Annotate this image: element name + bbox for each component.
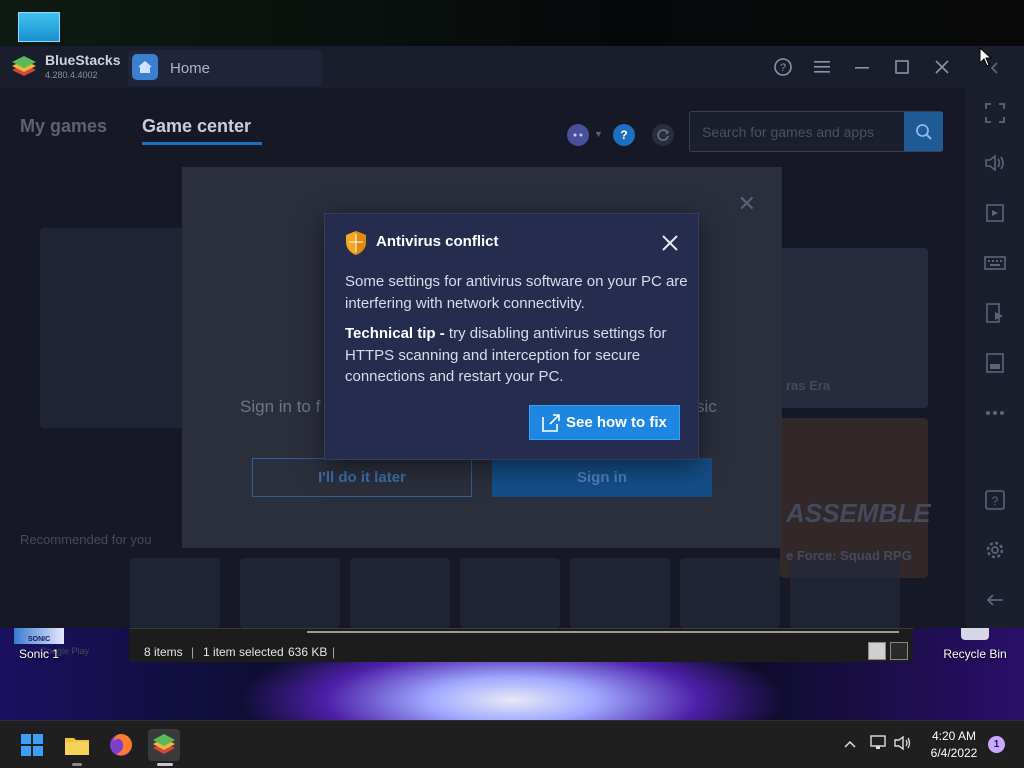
svg-text:?: ?: [780, 62, 786, 74]
close-icon[interactable]: [659, 232, 681, 254]
close-window-icon[interactable]: [931, 56, 953, 78]
tab-home[interactable]: Home: [128, 50, 322, 86]
game-tile[interactable]: [130, 558, 220, 628]
this-pc-icon[interactable]: [18, 12, 60, 42]
bluestacks-logo-icon: [12, 56, 36, 76]
status-divider: |: [191, 645, 195, 659]
running-indicator: [72, 763, 82, 766]
game-title-label: ASSEMBLE: [786, 498, 931, 528]
desktop-top-area: [0, 0, 1024, 46]
start-button[interactable]: [16, 729, 48, 761]
large-icons-view-icon[interactable]: [890, 642, 908, 660]
game-title-label: ras Era: [786, 378, 831, 393]
back-arrow-icon[interactable]: [983, 588, 1007, 612]
search-button[interactable]: [904, 112, 943, 151]
bluestacks-icon: [153, 734, 175, 754]
app-version: 4.280.4.4002: [45, 70, 98, 80]
recycle-bin-icon[interactable]: [961, 628, 989, 640]
taskbar: 4:20 AM 6/4/2022: [0, 720, 1024, 768]
game-title-label: e Force: Squad RPG: [786, 548, 912, 563]
tab-my-games[interactable]: My games: [20, 116, 107, 137]
volume-icon[interactable]: [983, 151, 1007, 175]
explorer-status-bar: 8 items | 1 item selected 636 KB |: [129, 628, 913, 662]
home-icon: [132, 54, 158, 80]
sign-in-button[interactable]: Sign in: [492, 458, 712, 497]
recommended-heading: Recommended for you: [20, 532, 152, 547]
active-tab-underline: [142, 142, 262, 145]
signin-close-icon[interactable]: ✕: [738, 191, 756, 217]
firefox-button[interactable]: [105, 729, 137, 761]
show-hidden-icons-chevron-icon[interactable]: [844, 735, 856, 751]
help-icon[interactable]: ?: [772, 56, 794, 78]
discord-dropdown-icon[interactable]: ▼: [594, 129, 603, 139]
notification-badge[interactable]: 1: [988, 736, 1005, 753]
network-icon[interactable]: [870, 735, 888, 754]
menu-icon[interactable]: [811, 56, 833, 78]
game-tile[interactable]: [350, 558, 450, 628]
game-tile[interactable]: [680, 558, 780, 628]
selected-size: 636 KB: [288, 645, 328, 659]
signin-prompt-text: Sign in to f: [240, 397, 321, 416]
do-it-later-button[interactable]: I'll do it later: [252, 458, 472, 497]
mouse-cursor-icon: [979, 47, 993, 67]
maximize-icon[interactable]: [891, 56, 913, 78]
keyboard-icon[interactable]: [983, 251, 1007, 275]
refresh-icon[interactable]: [652, 124, 674, 146]
details-view-icon[interactable]: [868, 642, 886, 660]
sonic-shortcut-icon[interactable]: SONIC: [14, 628, 64, 644]
bluestacks-taskbar-button[interactable]: [148, 729, 180, 761]
clock-date[interactable]: 6/4/2022: [920, 746, 988, 760]
folder-icon: [65, 738, 89, 755]
fullscreen-icon[interactable]: [983, 101, 1007, 125]
game-tile[interactable]: [790, 558, 900, 628]
status-divider: |: [332, 645, 336, 659]
technical-tip: Technical tip - try disabling antivirus …: [345, 323, 690, 388]
tab-home-label: Home: [170, 60, 211, 77]
tab-game-center[interactable]: Game center: [142, 116, 251, 137]
dialog-title: Antivirus conflict: [376, 233, 499, 250]
sonic-shortcut-label[interactable]: Sonic 1: [10, 647, 68, 661]
game-tile[interactable]: [40, 228, 190, 428]
antivirus-conflict-dialog: Antivirus conflict Some settings for ant…: [324, 213, 699, 460]
external-link-icon: [542, 413, 560, 432]
install-apk-icon[interactable]: [983, 301, 1007, 325]
horizontal-scrollbar[interactable]: [307, 631, 899, 633]
game-tile[interactable]: [460, 558, 560, 628]
windows-logo-icon: [21, 734, 43, 756]
game-tile[interactable]: [240, 558, 340, 628]
screenshot-icon[interactable]: [983, 351, 1007, 375]
firefox-icon: [110, 734, 132, 756]
see-how-to-fix-button[interactable]: See how to fix: [529, 405, 680, 440]
settings-gear-icon[interactable]: [983, 538, 1007, 562]
discord-icon[interactable]: [567, 124, 589, 146]
minimize-icon[interactable]: [851, 56, 873, 78]
clock-time[interactable]: 4:20 AM: [920, 729, 988, 743]
tip-label: Technical tip -: [345, 325, 445, 342]
game-tile[interactable]: [570, 558, 670, 628]
svg-text:?: ?: [992, 494, 999, 508]
info-help-icon[interactable]: ?: [613, 124, 635, 146]
dialog-body-text: Some settings for antivirus software on …: [345, 273, 688, 312]
selected-count: 1 item selected: [203, 645, 284, 659]
titlebar: BlueStacks 4.280.4.4002 Home ?: [0, 46, 966, 88]
screen-record-icon[interactable]: [983, 201, 1007, 225]
sonic-thumb-text: SONIC: [28, 636, 51, 643]
item-count: 8 items: [144, 645, 183, 659]
search-input[interactable]: [690, 112, 904, 151]
shield-warning-icon: [346, 231, 366, 255]
file-explorer-button[interactable]: [61, 729, 93, 761]
app-brand: BlueStacks: [45, 52, 121, 68]
fix-button-label: See how to fix: [566, 414, 667, 431]
speaker-icon[interactable]: [894, 735, 912, 754]
search-icon: [915, 123, 932, 140]
search-box: [689, 111, 943, 152]
active-indicator: [157, 763, 173, 766]
recycle-bin-label[interactable]: Recycle Bin: [938, 647, 1012, 661]
more-options-icon[interactable]: [983, 401, 1007, 425]
sidebar-help-icon[interactable]: ?: [983, 488, 1007, 512]
signin-prompt-text-end: sic: [696, 397, 717, 416]
right-sidebar: ?: [966, 46, 1024, 628]
